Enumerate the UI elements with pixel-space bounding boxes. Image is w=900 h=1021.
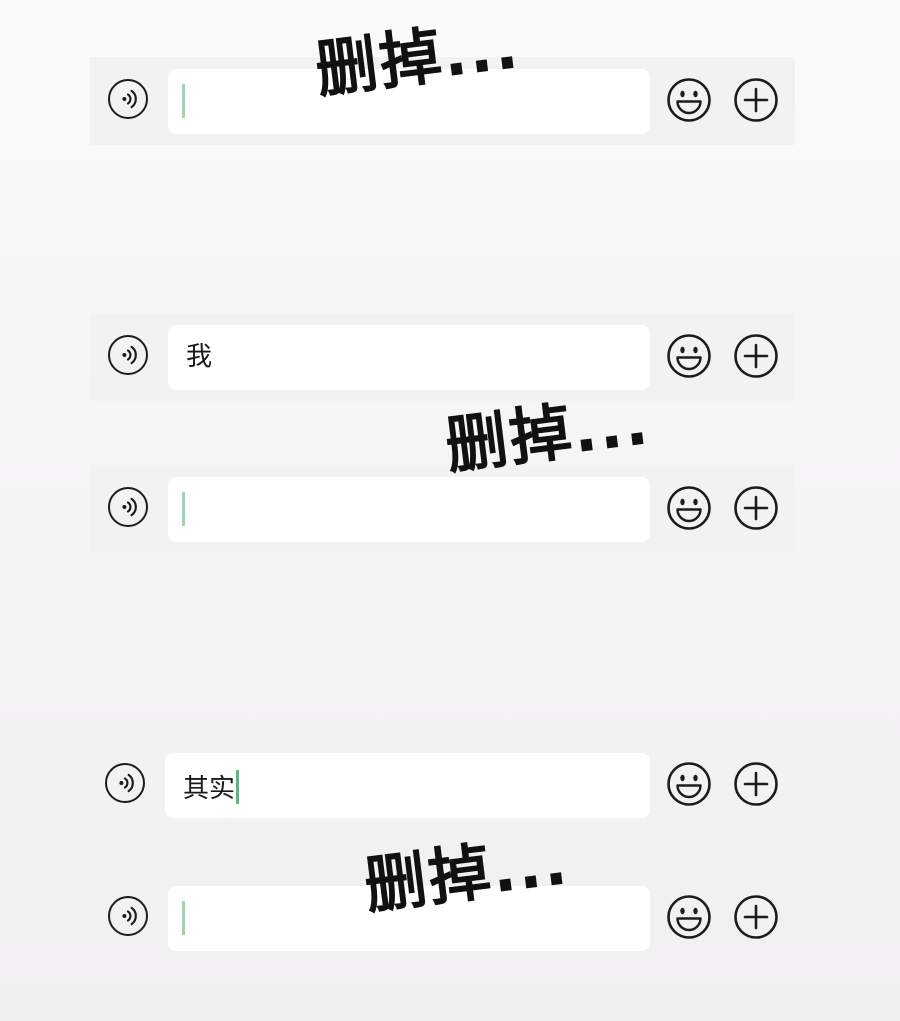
- chat-input-bar: 其实: [87, 741, 792, 829]
- more-button[interactable]: [733, 333, 779, 379]
- emoji-icon: [667, 78, 711, 122]
- plus-icon: [734, 762, 778, 806]
- emoji-icon: [667, 486, 711, 530]
- voice-icon: [122, 89, 137, 109]
- chat-input-bar: 我: [90, 313, 795, 401]
- more-button[interactable]: [733, 485, 779, 531]
- message-input-text: 其实: [183, 774, 236, 804]
- chat-input-bar: [90, 465, 795, 553]
- message-input-text: 我: [186, 342, 213, 372]
- text-cursor: [236, 770, 240, 804]
- emoji-button[interactable]: [666, 761, 712, 807]
- message-input[interactable]: [168, 477, 650, 542]
- emoji-icon: [667, 334, 711, 378]
- voice-input-button[interactable]: [108, 487, 148, 527]
- voice-input-button[interactable]: [108, 335, 148, 375]
- message-input[interactable]: 我: [168, 325, 650, 390]
- emoji-icon: [667, 895, 711, 939]
- voice-icon: [119, 773, 134, 793]
- voice-input-button[interactable]: [108, 79, 148, 119]
- emoji-button[interactable]: [666, 333, 712, 379]
- voice-icon: [122, 906, 137, 926]
- emoji-button[interactable]: [666, 894, 712, 940]
- message-input[interactable]: 其实: [165, 753, 650, 818]
- emoji-icon: [667, 762, 711, 806]
- more-button[interactable]: [733, 894, 779, 940]
- plus-icon: [734, 78, 778, 122]
- voice-icon: [122, 497, 137, 517]
- emoji-button[interactable]: [666, 77, 712, 123]
- voice-input-button[interactable]: [105, 763, 145, 803]
- message-input-content: 其实: [183, 770, 240, 804]
- voice-icon: [122, 345, 137, 365]
- text-cursor: [182, 84, 185, 118]
- voice-input-button[interactable]: [108, 896, 148, 936]
- plus-icon: [734, 334, 778, 378]
- emoji-button[interactable]: [666, 485, 712, 531]
- more-button[interactable]: [733, 761, 779, 807]
- more-button[interactable]: [733, 77, 779, 123]
- text-cursor: [182, 492, 185, 526]
- plus-icon: [734, 895, 778, 939]
- plus-icon: [734, 486, 778, 530]
- text-cursor: [182, 901, 185, 935]
